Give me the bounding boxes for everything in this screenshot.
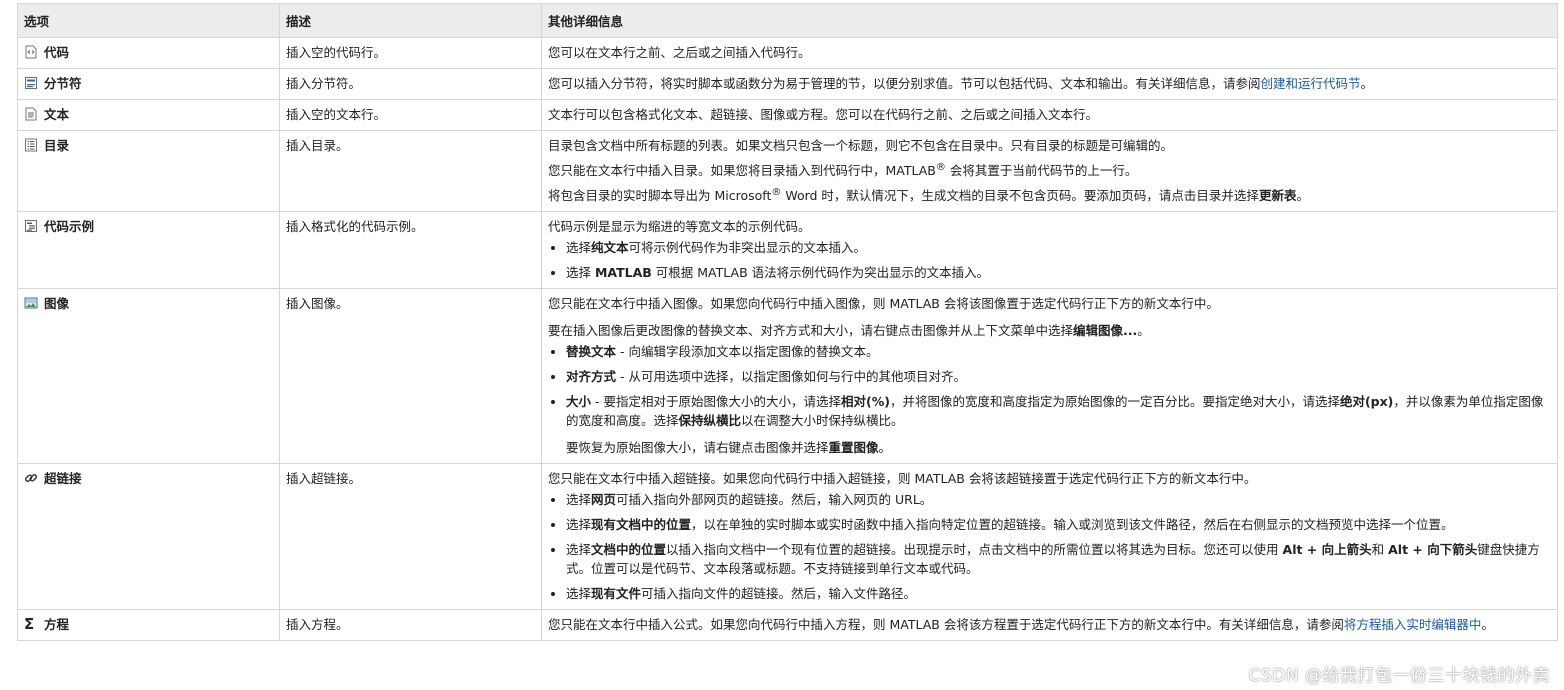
- description-cell: 插入目录。: [279, 130, 542, 212]
- option-label: 代码: [44, 45, 70, 60]
- equation-help-link[interactable]: 将方程插入实时编辑器中: [1344, 617, 1482, 632]
- sigma-icon: Σ: [24, 615, 35, 633]
- table-row: 代码 插入空的代码行。 您可以在文本行之前、之后或之间插入代码行。: [17, 37, 1558, 69]
- table-row: 代码示例 插入格式化的代码示例。 代码示例是显示为缩进的等宽文本的示例代码。 选…: [17, 211, 1558, 289]
- option-cell: 分节符: [24, 74, 273, 93]
- option-label: 超链接: [44, 471, 82, 486]
- list-item: 对齐方式 - 从可用选项中选择，以指定图像如何与行中的其他项目对齐。: [566, 367, 1551, 386]
- watermark: CSDN @给我打包一份三十块钱的外卖: [1248, 666, 1550, 686]
- table-row: 图像 插入图像。 您只能在文本行中插入图像。如果您向代码行中插入图像，则 MAT…: [17, 288, 1558, 464]
- image-icon: [24, 297, 38, 309]
- option-label: 图像: [44, 296, 70, 311]
- option-label: 文本: [44, 107, 70, 122]
- options-table: 选项 描述 其他详细信息 代码 插入空的代码行。 您可以在文本行之前、之后或之间…: [17, 3, 1558, 641]
- header-details: 其他详细信息: [541, 3, 1558, 38]
- code-line-icon: [25, 45, 37, 59]
- table-row: 分节符 插入分节符。 您可以插入分节符，将实时脚本或函数分为易于管理的节，以便分…: [17, 68, 1558, 100]
- option-label: 方程: [44, 617, 70, 632]
- details-cell: 您可以在文本行之前、之后或之间插入代码行。: [541, 37, 1558, 69]
- option-cell: 目录: [24, 136, 273, 155]
- header-description: 描述: [279, 3, 542, 38]
- table-of-contents-icon: [25, 138, 37, 152]
- details-cell: 目录包含文档中所有标题的列表。如果文档只包含一个标题，则它不包含在目录中。只有目…: [541, 130, 1558, 212]
- description-cell: 插入方程。: [279, 609, 542, 641]
- table-row: 文本 插入空的文本行。 文本行可以包含格式化文本、超链接、图像或方程。您可以在代…: [17, 99, 1558, 131]
- option-cell: 文本: [24, 105, 273, 124]
- details-cell: 您只能在文本行中插入超链接。如果您向代码行中插入超链接，则 MATLAB 会将该…: [541, 463, 1558, 610]
- option-label: 代码示例: [44, 219, 95, 234]
- description-cell: 插入超链接。: [279, 463, 542, 610]
- code-example-icon: [25, 220, 37, 232]
- table-header-row: 选项 描述 其他详细信息: [17, 3, 1558, 38]
- list-item: 选择 MATLAB 可根据 MATLAB 语法将示例代码作为突出显示的文本插入。: [566, 263, 1551, 282]
- list-item: 选择网页可插入指向外部网页的超链接。然后，输入网页的 URL。: [566, 490, 1551, 509]
- option-cell: 图像: [24, 294, 273, 313]
- details-cell: 您只能在文本行中插入图像。如果您向代码行中插入图像，则 MATLAB 会将该图像…: [541, 288, 1558, 464]
- description-cell: 插入图像。: [279, 288, 542, 464]
- option-cell: 超链接: [24, 469, 273, 488]
- option-label: 分节符: [44, 76, 82, 91]
- table-row: Σ 方程 插入方程。 您只能在文本行中插入公式。如果您向代码行中插入方程，则 M…: [17, 609, 1558, 641]
- description-cell: 插入空的代码行。: [279, 37, 542, 69]
- list-item: 选择文档中的位置以插入指向文档中一个现有位置的超链接。出现提示时，点击文档中的所…: [566, 540, 1551, 578]
- description-cell: 插入空的文本行。: [279, 99, 542, 131]
- list-item: 选择纯文本可将示例代码作为非突出显示的文本插入。: [566, 238, 1551, 257]
- section-help-link[interactable]: 创建和运行代码节: [1261, 76, 1361, 91]
- list-item: 替换文本 - 向编辑字段添加文本以指定图像的替换文本。: [566, 342, 1551, 361]
- description-cell: 插入分节符。: [279, 68, 542, 100]
- list-item: 大小 - 要指定相对于原始图像大小的大小，请选择相对(%)，并将图像的宽度和高度…: [566, 392, 1551, 457]
- details-cell: 文本行可以包含格式化文本、超链接、图像或方程。您可以在代码行之前、之后或之间插入…: [541, 99, 1558, 131]
- list-item: 选择现有文档中的位置，以在单独的实时脚本或实时函数中插入指向特定位置的超链接。输…: [566, 515, 1551, 534]
- link-icon: [24, 474, 38, 482]
- option-cell: 代码: [24, 43, 273, 62]
- description-cell: 插入格式化的代码示例。: [279, 211, 542, 289]
- table-row: 超链接 插入超链接。 您只能在文本行中插入超链接。如果您向代码行中插入超链接，则…: [17, 463, 1558, 610]
- header-option: 选项: [17, 3, 280, 38]
- details-cell: 您可以插入分节符，将实时脚本或函数分为易于管理的节，以便分别求值。节可以包括代码…: [541, 68, 1558, 100]
- list-item: 选择现有文件可插入指向文件的超链接。然后，输入文件路径。: [566, 584, 1551, 603]
- section-break-icon: [25, 77, 37, 89]
- details-cell: 代码示例是显示为缩进的等宽文本的示例代码。 选择纯文本可将示例代码作为非突出显示…: [541, 211, 1558, 289]
- details-cell: 您只能在文本行中插入公式。如果您向代码行中插入方程，则 MATLAB 会将该方程…: [541, 609, 1558, 641]
- option-cell: 代码示例: [24, 217, 273, 236]
- table-row: 目录 插入目录。 目录包含文档中所有标题的列表。如果文档只包含一个标题，则它不包…: [17, 130, 1558, 212]
- text-line-icon: [25, 107, 37, 121]
- option-label: 目录: [44, 138, 70, 153]
- option-cell: Σ 方程: [24, 615, 273, 634]
